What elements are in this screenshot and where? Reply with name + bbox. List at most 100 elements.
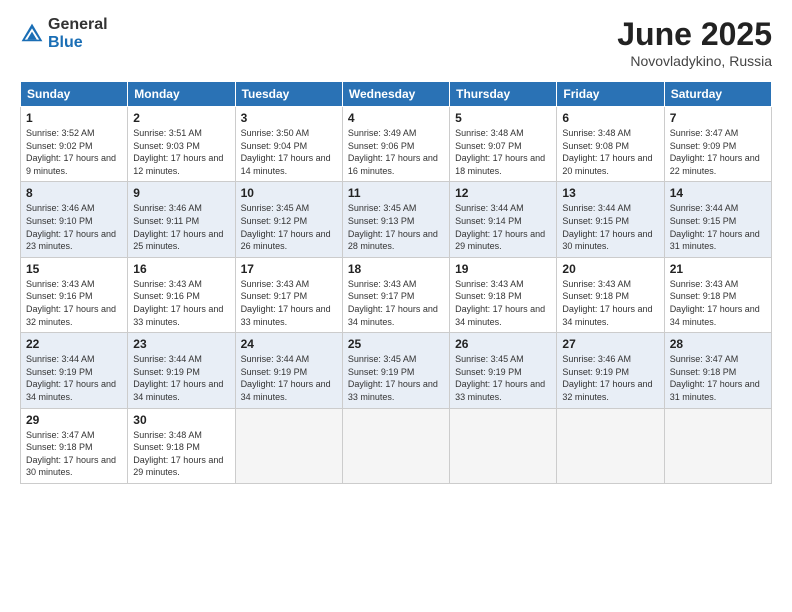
table-row: 7 Sunrise: 3:47 AMSunset: 9:09 PMDayligh…	[664, 107, 771, 182]
day-info: Sunrise: 3:43 AMSunset: 9:18 PMDaylight:…	[670, 279, 760, 327]
table-row: 18 Sunrise: 3:43 AMSunset: 9:17 PMDaylig…	[342, 257, 449, 332]
table-row: 2 Sunrise: 3:51 AMSunset: 9:03 PMDayligh…	[128, 107, 235, 182]
calendar-week-row: 8 Sunrise: 3:46 AMSunset: 9:10 PMDayligh…	[21, 182, 772, 257]
day-info: Sunrise: 3:45 AMSunset: 9:19 PMDaylight:…	[348, 354, 438, 402]
day-number: 5	[455, 111, 551, 125]
day-info: Sunrise: 3:43 AMSunset: 9:18 PMDaylight:…	[562, 279, 652, 327]
calendar: Sunday Monday Tuesday Wednesday Thursday…	[20, 81, 772, 484]
day-number: 12	[455, 186, 551, 200]
table-row: 21 Sunrise: 3:43 AMSunset: 9:18 PMDaylig…	[664, 257, 771, 332]
calendar-week-row: 1 Sunrise: 3:52 AMSunset: 9:02 PMDayligh…	[21, 107, 772, 182]
day-number: 19	[455, 262, 551, 276]
day-number: 29	[26, 413, 122, 427]
logo: General Blue	[20, 16, 108, 51]
day-number: 11	[348, 186, 444, 200]
table-row: 26 Sunrise: 3:45 AMSunset: 9:19 PMDaylig…	[450, 333, 557, 408]
day-info: Sunrise: 3:43 AMSunset: 9:16 PMDaylight:…	[133, 279, 223, 327]
table-row: 10 Sunrise: 3:45 AMSunset: 9:12 PMDaylig…	[235, 182, 342, 257]
day-number: 28	[670, 337, 766, 351]
day-info: Sunrise: 3:48 AMSunset: 9:07 PMDaylight:…	[455, 128, 545, 176]
day-info: Sunrise: 3:47 AMSunset: 9:09 PMDaylight:…	[670, 128, 760, 176]
day-info: Sunrise: 3:43 AMSunset: 9:18 PMDaylight:…	[455, 279, 545, 327]
table-row: 3 Sunrise: 3:50 AMSunset: 9:04 PMDayligh…	[235, 107, 342, 182]
table-row: 5 Sunrise: 3:48 AMSunset: 9:07 PMDayligh…	[450, 107, 557, 182]
table-row: 24 Sunrise: 3:44 AMSunset: 9:19 PMDaylig…	[235, 333, 342, 408]
logo-text: General Blue	[48, 16, 108, 51]
day-info: Sunrise: 3:45 AMSunset: 9:13 PMDaylight:…	[348, 203, 438, 251]
table-row: 13 Sunrise: 3:44 AMSunset: 9:15 PMDaylig…	[557, 182, 664, 257]
col-saturday: Saturday	[664, 82, 771, 107]
day-info: Sunrise: 3:44 AMSunset: 9:19 PMDaylight:…	[241, 354, 331, 402]
table-row: 20 Sunrise: 3:43 AMSunset: 9:18 PMDaylig…	[557, 257, 664, 332]
title-block: June 2025 Novovladykino, Russia	[617, 16, 772, 69]
table-row: 4 Sunrise: 3:49 AMSunset: 9:06 PMDayligh…	[342, 107, 449, 182]
table-row	[235, 408, 342, 483]
day-info: Sunrise: 3:47 AMSunset: 9:18 PMDaylight:…	[670, 354, 760, 402]
location: Novovladykino, Russia	[617, 53, 772, 69]
day-number: 23	[133, 337, 229, 351]
col-thursday: Thursday	[450, 82, 557, 107]
day-number: 4	[348, 111, 444, 125]
day-number: 1	[26, 111, 122, 125]
table-row: 27 Sunrise: 3:46 AMSunset: 9:19 PMDaylig…	[557, 333, 664, 408]
day-info: Sunrise: 3:43 AMSunset: 9:17 PMDaylight:…	[241, 279, 331, 327]
day-info: Sunrise: 3:48 AMSunset: 9:18 PMDaylight:…	[133, 430, 223, 478]
table-row: 23 Sunrise: 3:44 AMSunset: 9:19 PMDaylig…	[128, 333, 235, 408]
month-title: June 2025	[617, 16, 772, 53]
logo-blue: Blue	[48, 34, 108, 52]
calendar-week-row: 22 Sunrise: 3:44 AMSunset: 9:19 PMDaylig…	[21, 333, 772, 408]
day-info: Sunrise: 3:44 AMSunset: 9:19 PMDaylight:…	[133, 354, 223, 402]
day-number: 3	[241, 111, 337, 125]
table-row: 19 Sunrise: 3:43 AMSunset: 9:18 PMDaylig…	[450, 257, 557, 332]
day-number: 7	[670, 111, 766, 125]
day-number: 6	[562, 111, 658, 125]
day-info: Sunrise: 3:45 AMSunset: 9:12 PMDaylight:…	[241, 203, 331, 251]
table-row: 6 Sunrise: 3:48 AMSunset: 9:08 PMDayligh…	[557, 107, 664, 182]
logo-icon	[20, 22, 44, 46]
day-info: Sunrise: 3:50 AMSunset: 9:04 PMDaylight:…	[241, 128, 331, 176]
day-number: 14	[670, 186, 766, 200]
day-info: Sunrise: 3:43 AMSunset: 9:16 PMDaylight:…	[26, 279, 116, 327]
table-row: 28 Sunrise: 3:47 AMSunset: 9:18 PMDaylig…	[664, 333, 771, 408]
day-info: Sunrise: 3:45 AMSunset: 9:19 PMDaylight:…	[455, 354, 545, 402]
table-row: 12 Sunrise: 3:44 AMSunset: 9:14 PMDaylig…	[450, 182, 557, 257]
day-number: 15	[26, 262, 122, 276]
calendar-week-row: 15 Sunrise: 3:43 AMSunset: 9:16 PMDaylig…	[21, 257, 772, 332]
day-info: Sunrise: 3:52 AMSunset: 9:02 PMDaylight:…	[26, 128, 116, 176]
day-info: Sunrise: 3:46 AMSunset: 9:19 PMDaylight:…	[562, 354, 652, 402]
table-row: 30 Sunrise: 3:48 AMSunset: 9:18 PMDaylig…	[128, 408, 235, 483]
day-number: 30	[133, 413, 229, 427]
table-row: 9 Sunrise: 3:46 AMSunset: 9:11 PMDayligh…	[128, 182, 235, 257]
day-number: 27	[562, 337, 658, 351]
table-row	[557, 408, 664, 483]
day-info: Sunrise: 3:46 AMSunset: 9:10 PMDaylight:…	[26, 203, 116, 251]
table-row: 1 Sunrise: 3:52 AMSunset: 9:02 PMDayligh…	[21, 107, 128, 182]
col-tuesday: Tuesday	[235, 82, 342, 107]
logo-general: General	[48, 16, 108, 34]
table-row: 14 Sunrise: 3:44 AMSunset: 9:15 PMDaylig…	[664, 182, 771, 257]
table-row: 11 Sunrise: 3:45 AMSunset: 9:13 PMDaylig…	[342, 182, 449, 257]
day-info: Sunrise: 3:47 AMSunset: 9:18 PMDaylight:…	[26, 430, 116, 478]
day-number: 25	[348, 337, 444, 351]
day-number: 22	[26, 337, 122, 351]
table-row	[450, 408, 557, 483]
day-info: Sunrise: 3:44 AMSunset: 9:15 PMDaylight:…	[562, 203, 652, 251]
day-number: 10	[241, 186, 337, 200]
day-number: 2	[133, 111, 229, 125]
header: General Blue June 2025 Novovladykino, Ru…	[20, 16, 772, 69]
table-row: 16 Sunrise: 3:43 AMSunset: 9:16 PMDaylig…	[128, 257, 235, 332]
day-number: 9	[133, 186, 229, 200]
day-number: 18	[348, 262, 444, 276]
day-info: Sunrise: 3:44 AMSunset: 9:19 PMDaylight:…	[26, 354, 116, 402]
day-number: 24	[241, 337, 337, 351]
table-row: 25 Sunrise: 3:45 AMSunset: 9:19 PMDaylig…	[342, 333, 449, 408]
day-info: Sunrise: 3:44 AMSunset: 9:14 PMDaylight:…	[455, 203, 545, 251]
day-info: Sunrise: 3:44 AMSunset: 9:15 PMDaylight:…	[670, 203, 760, 251]
calendar-week-row: 29 Sunrise: 3:47 AMSunset: 9:18 PMDaylig…	[21, 408, 772, 483]
day-number: 13	[562, 186, 658, 200]
day-number: 20	[562, 262, 658, 276]
day-number: 16	[133, 262, 229, 276]
day-number: 21	[670, 262, 766, 276]
day-number: 26	[455, 337, 551, 351]
day-number: 8	[26, 186, 122, 200]
